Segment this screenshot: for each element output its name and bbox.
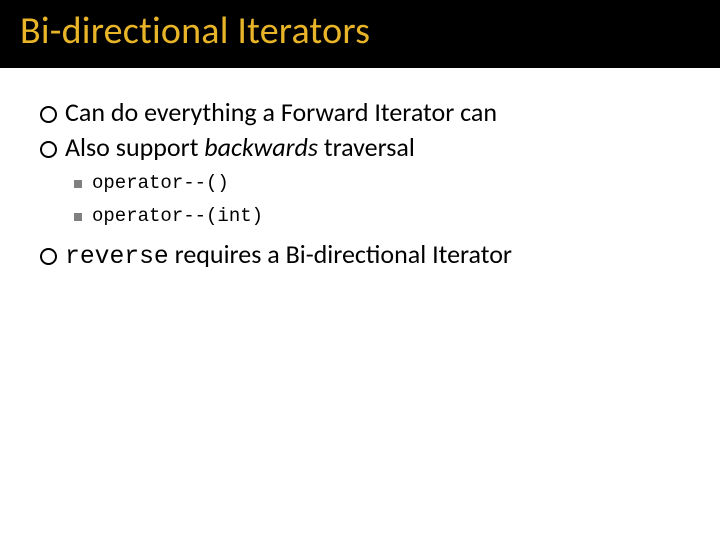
text-fragment: Also support xyxy=(65,131,204,163)
sub-bullet-item: operator--(int) xyxy=(74,204,680,229)
bullet-text: Can do everything a Forward Iterator can xyxy=(65,96,497,129)
text-fragment: requires a Bi-directional Iterator xyxy=(169,238,512,270)
slide-title: Bi-directional Iterators xyxy=(20,8,370,54)
bullet-text: Also support backwards traversal xyxy=(65,131,415,164)
title-bar: Bi-directional Iterators xyxy=(0,0,720,68)
bullet-item: reverse requires a Bi-directional Iterat… xyxy=(40,238,680,273)
slide: Bi-directional Iterators Can do everythi… xyxy=(0,0,720,540)
bullet-square-icon xyxy=(74,180,82,188)
sub-bullet-item: operator--() xyxy=(74,171,680,196)
bullet-circle-icon xyxy=(40,248,57,265)
bullet-item: Also support backwards traversal xyxy=(40,131,680,164)
code-text: operator--(int) xyxy=(92,204,263,229)
code-text: reverse xyxy=(65,243,169,271)
bullet-item: Can do everything a Forward Iterator can xyxy=(40,96,680,129)
text-fragment: traversal xyxy=(318,131,415,163)
bullet-circle-icon xyxy=(40,141,57,158)
code-text: operator--() xyxy=(92,171,229,196)
bullet-circle-icon xyxy=(40,106,57,123)
bullet-square-icon xyxy=(74,213,82,221)
bullet-text: reverse requires a Bi-directional Iterat… xyxy=(65,238,512,273)
slide-content: Can do everything a Forward Iterator can… xyxy=(0,68,720,273)
italic-text: backwards xyxy=(204,131,318,163)
